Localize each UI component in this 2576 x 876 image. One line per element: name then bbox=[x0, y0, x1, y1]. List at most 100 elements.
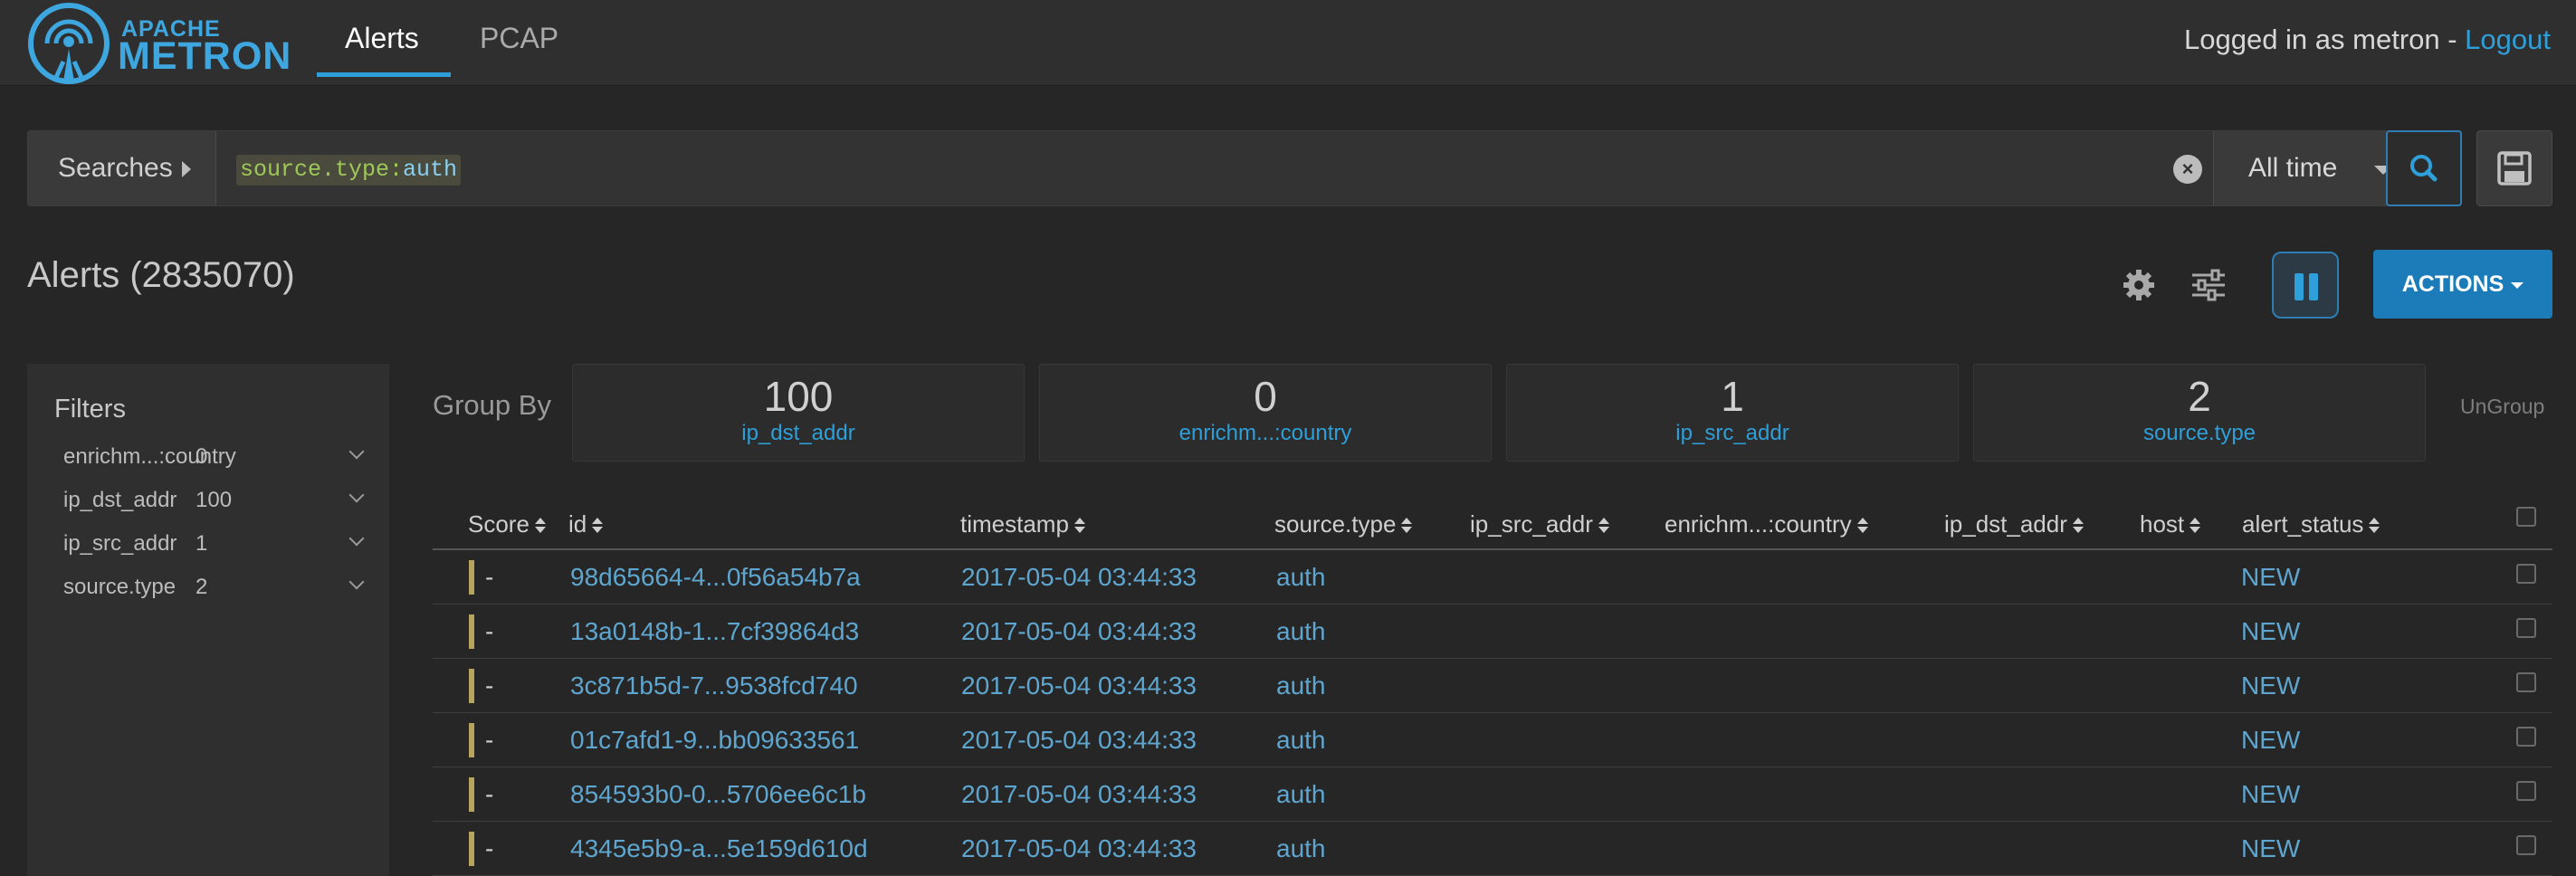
cell-timestamp[interactable]: 2017-05-04 03:44:33 bbox=[961, 780, 1197, 809]
cell-source-type[interactable]: auth bbox=[1276, 834, 1326, 863]
row-checkbox[interactable] bbox=[2516, 781, 2536, 801]
cell-source-type[interactable]: auth bbox=[1276, 563, 1326, 592]
score-indicator bbox=[469, 560, 474, 595]
search-query-input[interactable]: source.type:auth bbox=[236, 155, 462, 186]
cell-id[interactable]: 4345e5b9-a...5e159d610d bbox=[570, 834, 868, 863]
clear-search-icon[interactable]: × bbox=[2173, 155, 2202, 184]
sort-icon[interactable] bbox=[1856, 518, 1868, 534]
cell-source-type[interactable]: auth bbox=[1276, 726, 1326, 755]
column-header-source-type[interactable]: source.type bbox=[1274, 510, 1413, 538]
group-by-card[interactable]: 2 source.type bbox=[1973, 364, 2426, 462]
column-header-score[interactable]: Score bbox=[468, 510, 546, 538]
actions-dropdown-button[interactable]: ACTIONS bbox=[2373, 250, 2552, 319]
cell-id[interactable]: 13a0148b-1...7cf39864d3 bbox=[570, 617, 859, 646]
filter-name: source.type bbox=[63, 575, 177, 599]
login-text: Logged in as metron - bbox=[2183, 24, 2466, 55]
chevron-down-icon[interactable] bbox=[348, 574, 365, 590]
select-all-checkbox[interactable] bbox=[2516, 507, 2536, 527]
filter-count: 100 bbox=[196, 488, 233, 512]
table-row[interactable]: - 854593b0-0...5706ee6c1b 2017-05-04 03:… bbox=[433, 767, 2552, 822]
row-checkbox[interactable] bbox=[2516, 835, 2536, 855]
group-by-card[interactable]: 0 enrichm...:country bbox=[1039, 364, 1492, 462]
group-field: ip_dst_addr bbox=[741, 421, 855, 445]
sliders-icon[interactable] bbox=[2190, 268, 2227, 302]
cell-alert-status[interactable]: NEW bbox=[2241, 834, 2300, 863]
save-search-button[interactable] bbox=[2476, 130, 2552, 206]
cell-timestamp[interactable]: 2017-05-04 03:44:33 bbox=[961, 671, 1197, 700]
score-indicator bbox=[469, 832, 474, 866]
time-range-select[interactable]: All time bbox=[2213, 131, 2409, 205]
column-header-timestamp[interactable]: timestamp bbox=[960, 510, 1085, 538]
row-checkbox[interactable] bbox=[2516, 672, 2536, 692]
chevron-down-icon[interactable] bbox=[348, 443, 365, 460]
cell-source-type[interactable]: auth bbox=[1276, 780, 1326, 809]
table-row[interactable]: - 4345e5b9-a...5e159d610d 2017-05-04 03:… bbox=[433, 822, 2552, 876]
tab-pcap[interactable]: PCAP bbox=[480, 22, 558, 55]
sort-icon[interactable] bbox=[1598, 518, 1609, 534]
sort-icon[interactable] bbox=[534, 518, 546, 534]
metron-logo[interactable]: APACHE METRON bbox=[27, 2, 291, 85]
cell-alert-status[interactable]: NEW bbox=[2241, 617, 2300, 646]
cell-source-type[interactable]: auth bbox=[1276, 617, 1326, 646]
saved-searches-button[interactable]: Searches bbox=[28, 131, 216, 205]
filter-item[interactable]: source.type 2 bbox=[63, 569, 365, 605]
filter-item[interactable]: enrichm...:country 0 bbox=[63, 439, 365, 475]
group-by-card[interactable]: 1 ip_src_addr bbox=[1506, 364, 1959, 462]
tab-alerts[interactable]: Alerts bbox=[345, 22, 419, 55]
cell-alert-status[interactable]: NEW bbox=[2241, 563, 2300, 592]
sort-icon[interactable] bbox=[1073, 518, 1085, 534]
gear-icon[interactable] bbox=[2122, 268, 2156, 302]
cell-timestamp[interactable]: 2017-05-04 03:44:33 bbox=[961, 617, 1197, 646]
saved-searches-label: Searches bbox=[58, 153, 173, 183]
filter-count: 2 bbox=[196, 575, 208, 599]
actions-label: ACTIONS bbox=[2401, 271, 2504, 297]
save-icon bbox=[2497, 151, 2532, 186]
column-header-host[interactable]: host bbox=[2140, 510, 2201, 538]
table-row[interactable]: - 13a0148b-1...7cf39864d3 2017-05-04 03:… bbox=[433, 605, 2552, 659]
cell-alert-status[interactable]: NEW bbox=[2241, 726, 2300, 755]
cell-alert-status[interactable]: NEW bbox=[2241, 671, 2300, 700]
group-by-card[interactable]: 100 ip_dst_addr bbox=[572, 364, 1025, 462]
chevron-down-icon[interactable] bbox=[348, 530, 365, 547]
row-checkbox[interactable] bbox=[2516, 727, 2536, 747]
group-count: 1 bbox=[1721, 373, 1744, 420]
column-header-id[interactable]: id bbox=[568, 510, 604, 538]
cell-id[interactable]: 854593b0-0...5706ee6c1b bbox=[570, 780, 866, 809]
sort-icon[interactable] bbox=[2369, 518, 2380, 534]
group-field: source.type bbox=[2142, 421, 2256, 445]
logout-link[interactable]: Logout bbox=[2465, 24, 2551, 55]
pause-button[interactable] bbox=[2272, 252, 2339, 319]
cell-score: - bbox=[485, 671, 494, 700]
column-header-country[interactable]: enrichm...:country bbox=[1665, 510, 1868, 538]
column-header-alert-status[interactable]: alert_status bbox=[2242, 510, 2380, 538]
filter-item[interactable]: ip_dst_addr 100 bbox=[63, 482, 365, 519]
cell-alert-status[interactable]: NEW bbox=[2241, 780, 2300, 809]
row-checkbox[interactable] bbox=[2516, 564, 2536, 584]
cell-id[interactable]: 01c7afd1-9...bb09633561 bbox=[570, 726, 859, 755]
ungroup-button[interactable]: UnGroup bbox=[2460, 395, 2544, 419]
table-row[interactable]: - 98d65664-4...0f56a54b7a 2017-05-04 03:… bbox=[433, 550, 2552, 605]
metron-antenna-icon bbox=[28, 3, 110, 84]
row-checkbox[interactable] bbox=[2516, 618, 2536, 638]
cell-id[interactable]: 3c871b5d-7...9538fcd740 bbox=[570, 671, 858, 700]
group-count: 0 bbox=[1254, 373, 1277, 420]
login-status: Logged in as metron - Logout bbox=[2184, 24, 2551, 56]
table-row[interactable]: - 01c7afd1-9...bb09633561 2017-05-04 03:… bbox=[433, 713, 2552, 767]
sort-icon[interactable] bbox=[2190, 518, 2201, 534]
sort-icon[interactable] bbox=[1401, 518, 1413, 534]
table-row[interactable]: - 3c871b5d-7...9538fcd740 2017-05-04 03:… bbox=[433, 659, 2552, 713]
filter-item[interactable]: ip_src_addr 1 bbox=[63, 526, 365, 562]
cell-timestamp[interactable]: 2017-05-04 03:44:33 bbox=[961, 563, 1197, 592]
sort-icon[interactable] bbox=[2072, 518, 2084, 534]
cell-id[interactable]: 98d65664-4...0f56a54b7a bbox=[570, 563, 861, 592]
column-header-ip-src-addr[interactable]: ip_src_addr bbox=[1470, 510, 1609, 538]
column-header-ip-dst-addr[interactable]: ip_dst_addr bbox=[1944, 510, 2084, 538]
chevron-down-icon[interactable] bbox=[348, 487, 365, 503]
search-button[interactable] bbox=[2386, 130, 2462, 206]
cell-timestamp[interactable]: 2017-05-04 03:44:33 bbox=[961, 834, 1197, 863]
cell-timestamp[interactable]: 2017-05-04 03:44:33 bbox=[961, 726, 1197, 755]
cell-score: - bbox=[485, 726, 494, 754]
sort-icon[interactable] bbox=[592, 518, 604, 534]
cell-source-type[interactable]: auth bbox=[1276, 671, 1326, 700]
search-icon bbox=[2410, 155, 2438, 182]
